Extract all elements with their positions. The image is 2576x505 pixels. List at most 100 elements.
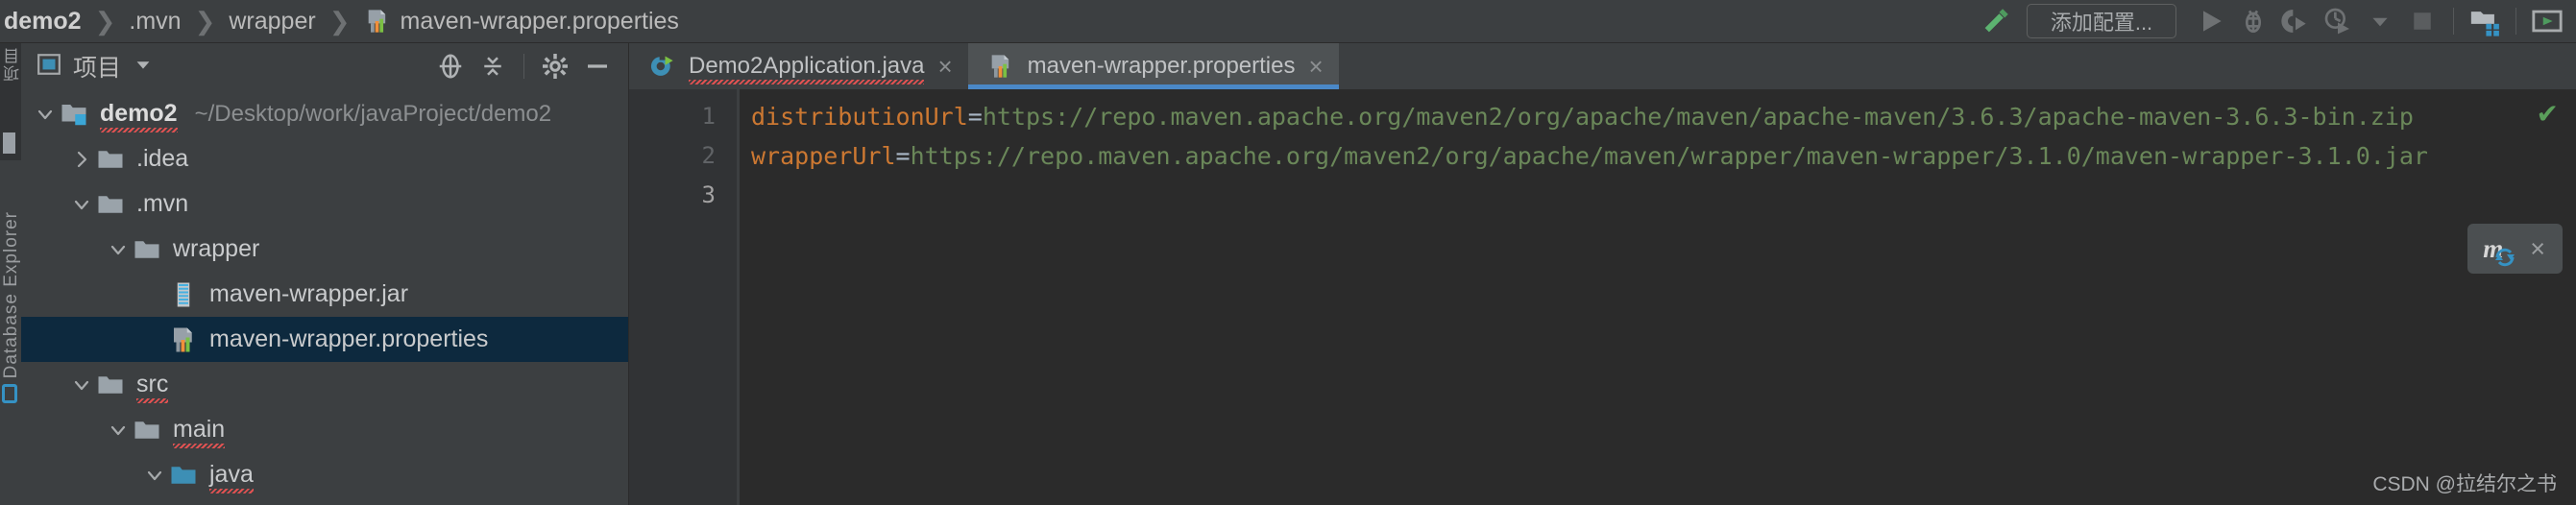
line-number-gutter: 1 2 3 <box>629 89 737 505</box>
inspection-status-icon[interactable]: ✔ <box>2537 101 2559 128</box>
properties-file-icon <box>987 53 1014 80</box>
breadcrumb-separator: ❯ <box>94 6 116 36</box>
project-structure-icon[interactable] <box>2464 0 2506 42</box>
tree-item-label: demo2 <box>100 100 178 132</box>
project-panel-header: 项目 <box>21 43 628 89</box>
tree-item-label: src <box>136 371 169 403</box>
project-tree[interactable]: demo2 ~/Desktop/work/javaProject/demo2 .id… <box>21 89 628 505</box>
property-separator: = <box>967 103 983 131</box>
strip-label-top[interactable]: 项目 <box>1 47 21 82</box>
source-root-icon <box>169 461 198 490</box>
tree-row[interactable]: demo2 ~/Desktop/work/javaProject/demo2 <box>21 91 628 136</box>
breadcrumb-separator: ❯ <box>194 6 216 36</box>
tree-twisty-placeholder <box>140 283 169 306</box>
chevron-down-icon[interactable] <box>140 464 169 487</box>
line-number: 2 <box>701 142 716 169</box>
spellcheck-underline <box>209 489 254 493</box>
editor-content: 123 distributionUrl=https://repo.maven.a… <box>629 89 2576 505</box>
tree-row[interactable]: java <box>21 452 628 497</box>
project-view-selector[interactable]: 项目 <box>36 49 154 84</box>
close-icon[interactable]: × <box>1308 54 1323 79</box>
project-view-icon <box>36 52 61 82</box>
property-separator: = <box>895 142 911 170</box>
add-configuration-button[interactable]: 添加配置... <box>2027 4 2176 38</box>
tree-item-label: main <box>173 416 226 448</box>
tree-row[interactable]: src <box>21 362 628 407</box>
maven-reload-icon[interactable]: m <box>2483 234 2515 266</box>
folder-icon <box>133 416 161 445</box>
spellcheck-underline <box>136 398 169 403</box>
spellcheck-underline <box>689 80 925 84</box>
editor-area: Demo2Application.java × maven-wrapper.prop… <box>629 43 2576 505</box>
strip-label-database-explorer[interactable]: Database Explorer <box>1 211 21 378</box>
profiler-icon[interactable] <box>2317 0 2359 42</box>
maven-load-changes-popup: m × <box>2467 224 2563 274</box>
toolbar-divider-2 <box>2515 8 2516 35</box>
chevron-right-icon[interactable] <box>67 148 96 171</box>
tree-row[interactable]: wrapper <box>21 227 628 272</box>
line-number: 3 <box>701 181 716 208</box>
jar-file-icon <box>169 280 198 309</box>
ide-window: demo2 ❯ .mvn ❯ wrapper ❯ maven-wrapper.propert… <box>0 0 2576 505</box>
breadcrumb-item--mvn[interactable]: .mvn <box>129 8 181 36</box>
tree-item-label: maven-wrapper.jar <box>209 280 409 307</box>
top-toolbar: demo2 ❯ .mvn ❯ wrapper ❯ maven-wrapper.propert… <box>0 0 2576 43</box>
breadcrumb-item-wrapper[interactable]: wrapper <box>229 8 315 36</box>
code-text-area[interactable]: distributionUrl=https://repo.maven.apach… <box>740 89 2576 505</box>
breadcrumb-label: maven-wrapper.properties <box>400 7 679 35</box>
folder-icon <box>96 145 125 174</box>
tree-row[interactable]: maven-wrapper.jar <box>21 272 628 317</box>
run-icon[interactable] <box>2190 0 2232 42</box>
chevron-down-icon[interactable] <box>104 419 133 442</box>
tree-row[interactable]: com.example.demo2 <box>21 497 628 505</box>
chevron-down-icon[interactable] <box>104 238 133 261</box>
gear-icon[interactable] <box>536 47 574 85</box>
tree-row[interactable]: .mvn <box>21 181 628 227</box>
chevron-down-icon[interactable] <box>2359 0 2401 42</box>
close-icon[interactable]: × <box>937 54 952 79</box>
tree-item-path: ~/Desktop/work/javaProject/demo2 <box>194 100 552 127</box>
module-folder-icon <box>60 100 88 129</box>
property-key: wrapperUrl <box>751 142 896 170</box>
tree-row[interactable]: main <box>21 407 628 452</box>
collapse-all-icon[interactable] <box>474 47 512 85</box>
left-tool-window-strip: 项目 Database Explorer <box>0 43 21 505</box>
tree-item-label: wrapper <box>173 235 260 262</box>
debug-bug-icon[interactable] <box>2232 0 2274 42</box>
chevron-down-icon[interactable] <box>67 373 96 397</box>
folder-icon <box>96 371 125 399</box>
close-icon[interactable]: × <box>2530 235 2545 262</box>
breadcrumb-item-demo2[interactable]: demo2 <box>4 8 82 36</box>
editor-tab-demo2application-java[interactable]: Demo2Application.java × <box>629 43 968 89</box>
project-tool-window: 项目 demo2 ~/Desktop/work/javaProject/demo… <box>21 43 629 505</box>
tree-item-label: maven-wrapper.properties <box>209 325 489 352</box>
tree-twisty-placeholder <box>140 328 169 351</box>
chevron-down-icon[interactable] <box>31 103 60 126</box>
editor-tab-label: Demo2Application.java <box>689 53 925 84</box>
spellcheck-underline <box>173 444 226 448</box>
property-value: https://repo.maven.apache.org/maven2/org… <box>982 103 2414 131</box>
run-with-coverage-icon[interactable] <box>2274 0 2317 42</box>
locate-file-icon[interactable] <box>431 47 470 85</box>
tree-item-label: .idea <box>136 145 189 172</box>
java-runnable-class-icon <box>648 53 675 80</box>
run-anything-icon[interactable] <box>2526 0 2568 42</box>
breadcrumb-item-maven-wrapper-properties[interactable]: maven-wrapper.properties <box>364 8 679 36</box>
strip-bookmarks-icon[interactable] <box>2 384 17 403</box>
properties-file-icon <box>169 325 198 354</box>
breadcrumb-separator: ❯ <box>328 6 351 36</box>
breadcrumb-label: demo2 <box>4 7 82 35</box>
tree-item-label: java <box>209 461 254 493</box>
editor-tab-maven-wrapper-properties[interactable]: maven-wrapper.properties × <box>967 43 1339 89</box>
tree-row[interactable]: .idea <box>21 136 628 181</box>
hammer-icon[interactable] <box>1975 0 2017 42</box>
chevron-down-icon[interactable] <box>133 54 154 80</box>
editor-tab-label: maven-wrapper.properties <box>1027 53 1296 79</box>
folder-icon <box>96 190 125 219</box>
minimize-icon[interactable] <box>578 47 617 85</box>
stop-icon[interactable] <box>2401 0 2443 42</box>
tree-row[interactable]: maven-wrapper.properties <box>21 317 628 362</box>
code-line: wrapperUrl=https://repo.maven.apache.org… <box>751 136 2576 176</box>
chevron-down-icon[interactable] <box>67 193 96 216</box>
tree-item-label: .mvn <box>136 190 189 217</box>
